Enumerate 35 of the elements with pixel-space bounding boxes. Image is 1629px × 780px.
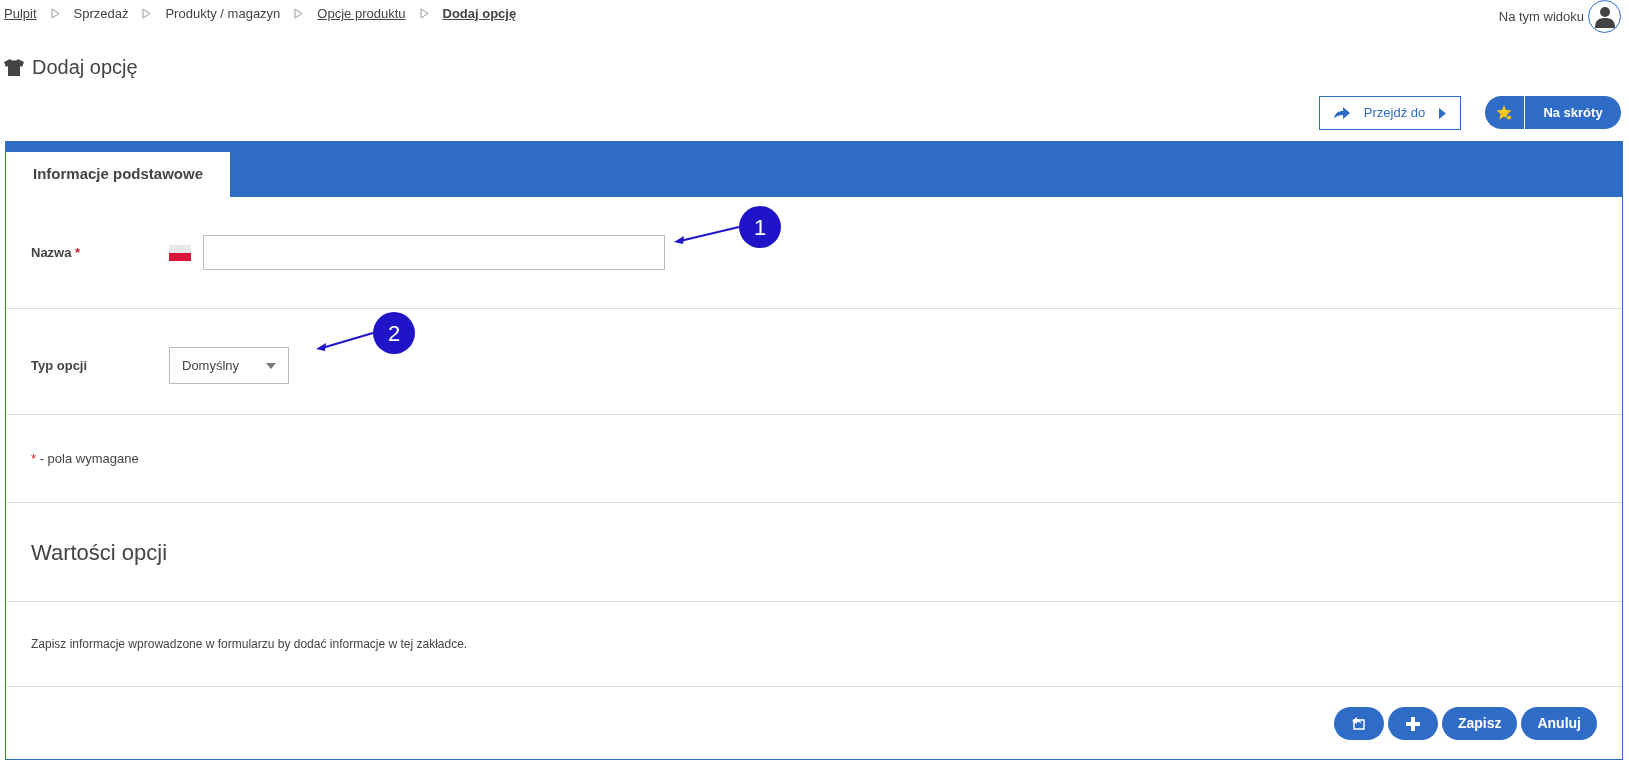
poland-flag-icon [169, 244, 191, 261]
view-label: Na tym widoku [1498, 7, 1584, 26]
breadcrumb-link[interactable]: Opcje produktu [317, 4, 406, 24]
page-title: Dodaj opcję [32, 55, 138, 80]
section-title: Wartości opcji [31, 538, 168, 567]
callout-marker: 2 [373, 312, 415, 354]
back-button[interactable] [1333, 706, 1384, 740]
option-type-dropdown[interactable]: Domyślny [169, 347, 289, 384]
info-text: Zapisz informacje wprowadzone w formularzu by dodać informacje w tej zakładce. [31, 636, 468, 653]
caret-icon [266, 362, 276, 369]
breadcrumb-link[interactable]: Pulpit [4, 4, 37, 24]
breadcrumb-item: Sprzedaż [73, 5, 129, 23]
breadcrumb-link[interactable]: Dodaj opcję [442, 4, 517, 24]
plus-icon [1405, 716, 1420, 731]
add-button[interactable] [1387, 706, 1438, 740]
shortcuts-button[interactable]: Na skróty [1485, 96, 1621, 129]
callout-marker: 1 [739, 206, 781, 248]
goto-button[interactable]: Przejdź do [1319, 96, 1461, 130]
field-label: Typ opcji [31, 356, 89, 375]
tshirt-icon [4, 58, 24, 76]
form-button[interactable]: Zapisz [1441, 706, 1518, 740]
required-note: * - pola wymagane [31, 449, 139, 468]
breadcrumb-separator-icon [419, 8, 429, 20]
star-icon [1496, 104, 1513, 121]
breadcrumb-item: Produkty / magazyn [165, 5, 281, 23]
tab[interactable]: Informacje podstawowe [6, 152, 230, 197]
field-label: Nazwa * [31, 243, 82, 262]
breadcrumb-separator-icon [142, 8, 152, 20]
share-arrow-icon [1334, 107, 1350, 119]
caret-icon [1439, 107, 1446, 119]
breadcrumb-separator-icon [50, 8, 60, 20]
breadcrumb-separator-icon [294, 8, 304, 20]
form-button[interactable]: Anuluj [1521, 706, 1597, 740]
back-icon [1352, 717, 1366, 731]
name-input-field[interactable] [203, 235, 665, 270]
